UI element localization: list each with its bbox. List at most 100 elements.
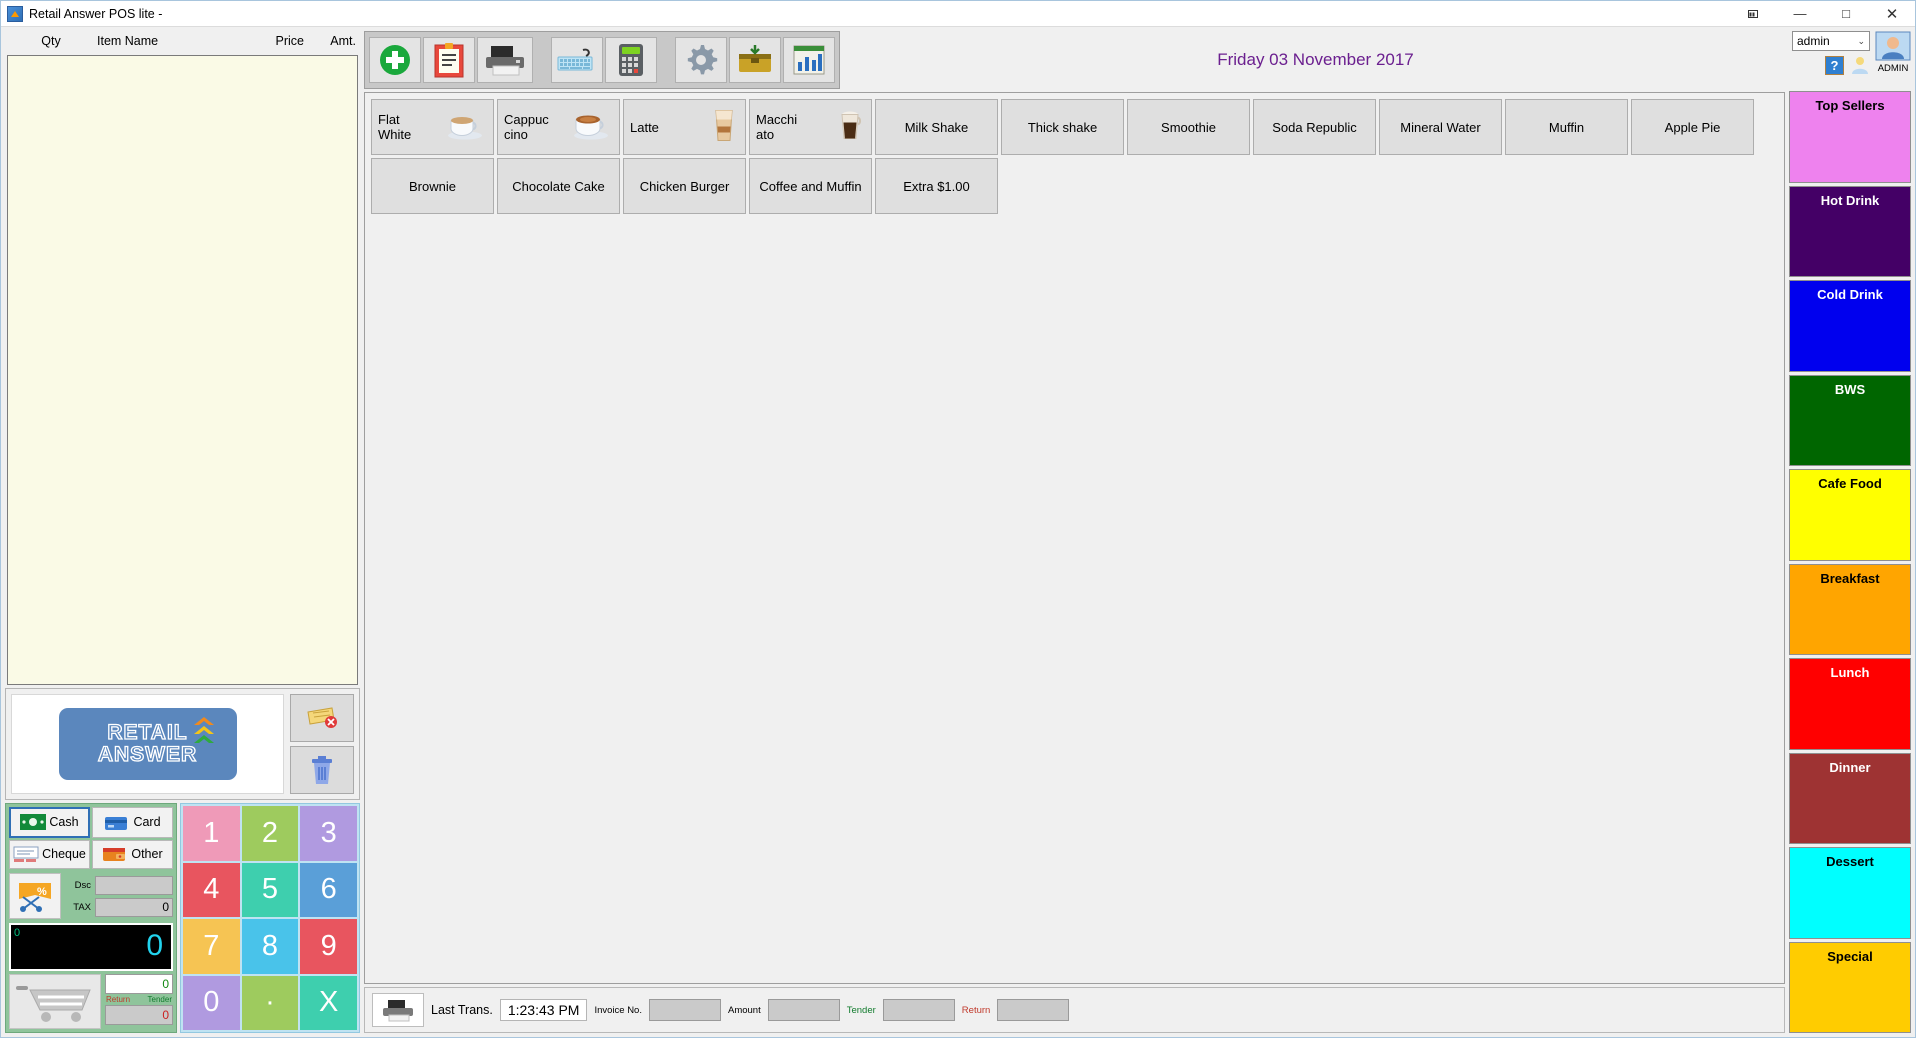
calculator-button[interactable] <box>605 37 657 83</box>
close-button[interactable]: ✕ <box>1869 1 1915 27</box>
product-button[interactable]: Extra $1.00 <box>875 158 998 214</box>
user-area: admin ⌄ ? ADMIN <box>1789 31 1911 89</box>
product-button[interactable]: Soda Republic <box>1253 99 1376 155</box>
product-button[interactable]: Milk Shake <box>875 99 998 155</box>
tender-status-field[interactable] <box>882 999 955 1021</box>
tax-field[interactable]: 0 <box>95 897 173 917</box>
product-label: Muffin <box>1548 119 1585 135</box>
cash-drawer-button[interactable] <box>729 37 781 83</box>
product-button[interactable]: Macchi ato <box>749 99 872 155</box>
key-clear[interactable]: X <box>300 975 357 1030</box>
cash-icon <box>20 814 47 831</box>
product-button[interactable]: Chicken Burger <box>623 158 746 214</box>
payment-methods: Cash Card Cheque Other <box>9 807 173 869</box>
payment-cheque-label: Cheque <box>42 847 86 862</box>
product-button[interactable]: Thick shake <box>1001 99 1124 155</box>
minimize-button[interactable]: — <box>1777 1 1823 27</box>
keyboard-button[interactable] <box>551 37 603 83</box>
invoice-no-field[interactable] <box>648 999 721 1021</box>
category-button-cold-drink[interactable]: Cold Drink <box>1789 280 1911 372</box>
payment-panel: Cash Card Cheque Other % Dsc TAX 0 0 0 0… <box>5 803 177 1033</box>
reports-button[interactable] <box>783 37 835 83</box>
discount-button[interactable]: % <box>9 873 61 919</box>
user-icon[interactable] <box>1850 55 1870 75</box>
key-1[interactable]: 1 <box>183 806 240 861</box>
wallet-icon <box>103 847 126 861</box>
category-list: Top Sellers Hot Drink Cold Drink BWS Cafe Fo… <box>1789 89 1911 1033</box>
category-button-breakfast[interactable]: Breakfast <box>1789 563 1911 655</box>
tender-label: Tender <box>147 995 172 1004</box>
restore-down-icon[interactable] <box>1731 1 1777 27</box>
key-6[interactable]: 6 <box>300 862 357 917</box>
key-3[interactable]: 3 <box>300 806 357 861</box>
payment-cash-button[interactable]: Cash <box>9 807 90 838</box>
category-button-hot-drink[interactable]: Hot Drink <box>1789 185 1911 277</box>
avatar[interactable]: ADMIN <box>1875 31 1911 74</box>
key-decimal[interactable]: · <box>241 975 299 1030</box>
cheque-icon <box>13 846 39 862</box>
cart-items-list[interactable] <box>7 55 358 685</box>
payment-other-button[interactable]: Other <box>92 839 173 869</box>
product-button[interactable]: Brownie <box>371 158 494 214</box>
flat-white-cup-icon <box>445 112 485 143</box>
key-5[interactable]: 5 <box>241 862 299 917</box>
card-icon <box>105 816 128 830</box>
payment-cheque-button[interactable]: Cheque <box>9 839 90 869</box>
product-button[interactable]: Apple Pie <box>1631 99 1754 155</box>
void-ticket-button[interactable] <box>290 694 354 742</box>
help-button[interactable]: ? <box>1825 55 1844 75</box>
new-sale-button[interactable] <box>369 37 421 83</box>
logo-line-1: RETAIL <box>107 721 188 744</box>
payment-card-button[interactable]: Card <box>92 807 173 838</box>
product-grid: Flat White Cappuc cino Latte Macchi ato Milk… <box>364 92 1785 984</box>
product-button[interactable]: Chocolate Cake <box>497 158 620 214</box>
key-4[interactable]: 4 <box>183 862 240 917</box>
amount-display: 0 0 <box>9 923 173 971</box>
category-button-bws[interactable]: BWS <box>1789 374 1911 466</box>
settings-button[interactable] <box>675 37 727 83</box>
category-button-dessert[interactable]: Dessert <box>1789 847 1911 939</box>
key-9[interactable]: 9 <box>300 919 357 974</box>
cart-header: Qty Item Name Price Amt. <box>5 31 360 52</box>
print-button[interactable] <box>477 37 533 83</box>
discount-field[interactable] <box>95 875 173 895</box>
product-label: Soda Republic <box>1272 119 1357 135</box>
invoice-no-label: Invoice No. <box>594 1004 642 1016</box>
return-label: Return <box>106 995 131 1004</box>
category-button-lunch[interactable]: Lunch <box>1789 658 1911 750</box>
product-button[interactable]: Mineral Water <box>1379 99 1502 155</box>
category-button-special[interactable]: Special <box>1789 941 1911 1033</box>
product-label: Latte <box>630 119 659 135</box>
product-button[interactable]: Flat White <box>371 99 494 155</box>
category-button-dinner[interactable]: Dinner <box>1789 752 1911 844</box>
maximize-button[interactable]: □ <box>1823 1 1869 27</box>
chevron-down-icon: ⌄ <box>1857 35 1865 46</box>
logo-line-2: ANSWER <box>97 743 198 766</box>
product-button[interactable]: Latte <box>623 99 746 155</box>
product-button[interactable]: Coffee and Muffin <box>749 158 872 214</box>
product-button[interactable]: Smoothie <box>1127 99 1250 155</box>
key-8[interactable]: 8 <box>241 919 299 974</box>
category-button-cafe-food[interactable]: Cafe Food <box>1789 469 1911 561</box>
payment-card-label: Card <box>133 815 161 830</box>
orders-button[interactable] <box>423 37 475 83</box>
amount-label: Amount <box>727 1004 761 1016</box>
last-trans-label: Last Trans. <box>431 1003 493 1017</box>
return-status-label: Return <box>961 1004 991 1016</box>
product-button[interactable]: Cappuc cino <box>497 99 620 155</box>
printer-status-button[interactable] <box>372 993 424 1027</box>
checkout-button[interactable] <box>9 974 101 1029</box>
amount-field[interactable] <box>767 999 840 1021</box>
delete-button[interactable] <box>290 746 354 794</box>
key-0[interactable]: 0 <box>183 975 240 1030</box>
return-status-field[interactable] <box>997 999 1070 1021</box>
cappuccino-cup-icon <box>571 112 611 143</box>
key-2[interactable]: 2 <box>241 806 299 861</box>
product-label: Chocolate Cake <box>512 178 605 194</box>
product-button[interactable]: Muffin <box>1505 99 1628 155</box>
checkout-row: 0 Return Tender 0 <box>9 974 173 1029</box>
macchiato-glass-icon <box>837 109 863 146</box>
user-select[interactable]: admin ⌄ <box>1792 31 1870 51</box>
key-7[interactable]: 7 <box>183 919 240 974</box>
category-button-top-sellers[interactable]: Top Sellers <box>1789 91 1911 183</box>
